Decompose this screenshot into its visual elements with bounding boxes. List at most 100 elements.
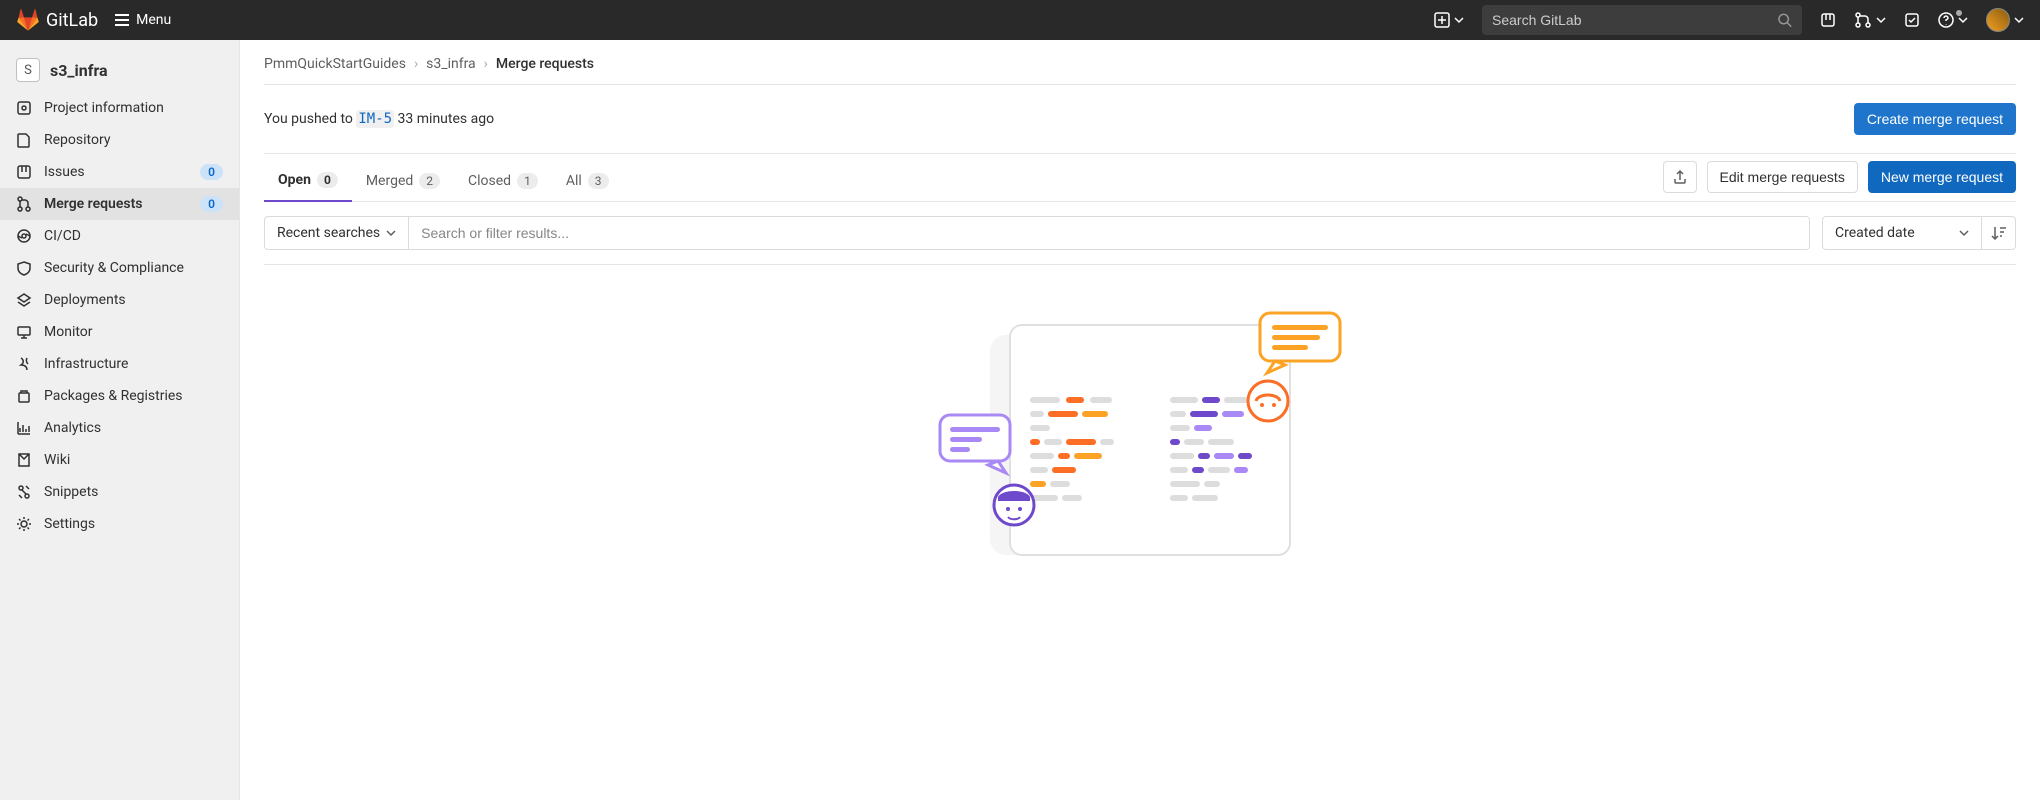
sidebar-item-merge-requests[interactable]: Merge requests 0 (0, 188, 239, 220)
sidebar-item-label: Monitor (44, 324, 223, 340)
sidebar-item-label: Infrastructure (44, 356, 223, 372)
sort-dropdown[interactable]: Created date (1822, 216, 1982, 250)
export-button[interactable] (1663, 161, 1697, 193)
search-input[interactable] (1492, 12, 1777, 28)
sidebar-item-label: Snippets (44, 484, 223, 500)
shield-icon (16, 260, 32, 276)
sort-desc-icon (1991, 225, 2007, 241)
count-badge: 0 (200, 196, 223, 212)
tab-actions: Edit merge requests New merge request (1663, 161, 2016, 201)
sidebar-item-packages-registries[interactable]: Packages & Registries (0, 380, 239, 412)
sidebar-item-project-information[interactable]: Project information (0, 92, 239, 124)
merge-requests-nav-icon[interactable] (1854, 12, 1886, 28)
sidebar-item-analytics[interactable]: Analytics (0, 412, 239, 444)
monitor-icon (16, 324, 32, 340)
tab-label: All (566, 173, 582, 189)
push-notice-row: You pushed to IM-5 33 minutes ago Create… (264, 85, 2016, 153)
empty-state-illustration (264, 265, 2016, 565)
sort-direction-button[interactable] (1982, 216, 2016, 250)
chevron-down-icon (2014, 15, 2024, 25)
create-merge-request-button[interactable]: Create merge request (1854, 103, 2016, 135)
project-header[interactable]: S s3_infra (0, 48, 239, 92)
merge-icon (16, 196, 32, 212)
filter-input[interactable] (409, 217, 1809, 249)
sidebar-item-label: Wiki (44, 452, 223, 468)
sidebar-item-label: CI/CD (44, 228, 223, 244)
issues-icon (1820, 12, 1836, 28)
tab-all[interactable]: All3 (552, 160, 623, 201)
chevron-down-icon (1958, 15, 1968, 25)
todo-icon (1904, 12, 1920, 28)
main-content: PmmQuickStartGuides › s3_infra › Merge r… (240, 40, 2040, 800)
breadcrumb: PmmQuickStartGuides › s3_infra › Merge r… (264, 56, 2016, 84)
menu-toggle[interactable]: Menu (114, 12, 171, 28)
edit-merge-requests-button[interactable]: Edit merge requests (1707, 161, 1858, 193)
issues-icon (16, 164, 32, 180)
help-icon (1938, 12, 1954, 28)
search-box[interactable] (1482, 5, 1802, 35)
project-avatar: S (16, 58, 40, 82)
gear-icon (16, 516, 32, 532)
sidebar-item-label: Project information (44, 100, 223, 116)
push-suffix: 33 minutes ago (394, 111, 494, 127)
sidebar-item-deployments[interactable]: Deployments (0, 284, 239, 316)
sidebar-item-snippets[interactable]: Snippets (0, 476, 239, 508)
sidebar-item-label: Merge requests (44, 196, 188, 212)
user-avatar[interactable] (1986, 8, 2010, 32)
cicd-icon (16, 228, 32, 244)
project-name: s3_infra (50, 61, 108, 80)
tabs-row: Open 0 Merged 2 Closed1All3 Edit merge reque… (264, 160, 2016, 202)
cloud-icon (16, 356, 32, 372)
sidebar-item-label: Deployments (44, 292, 223, 308)
count-badge: 0 (200, 164, 223, 180)
chevron-down-icon (1876, 15, 1886, 25)
tab-count: 2 (419, 173, 440, 189)
sidebar-item-infrastructure[interactable]: Infrastructure (0, 348, 239, 380)
plus-dropdown[interactable] (1434, 12, 1464, 28)
tab-merged[interactable]: Merged 2 (352, 160, 454, 201)
sidebar-item-security-compliance[interactable]: Security & Compliance (0, 252, 239, 284)
brand-name: GitLab (46, 10, 98, 31)
sidebar-item-label: Repository (44, 132, 223, 148)
menu-label: Menu (136, 12, 171, 28)
sidebar-item-wiki[interactable]: Wiki (0, 444, 239, 476)
breadcrumb-current: Merge requests (496, 56, 594, 72)
search-icon (1777, 12, 1792, 28)
recent-searches-dropdown[interactable]: Recent searches (265, 217, 409, 249)
sidebar-item-label: Issues (44, 164, 188, 180)
tab-open[interactable]: Open 0 (264, 160, 352, 202)
tab-label: Merged (366, 173, 413, 189)
logo[interactable]: GitLab (16, 8, 98, 32)
plus-icon (1434, 12, 1450, 28)
sidebar-item-label: Analytics (44, 420, 223, 436)
new-merge-request-button[interactable]: New merge request (1868, 161, 2016, 193)
sort-label: Created date (1835, 225, 1915, 241)
sidebar: S s3_infra Project information Repository… (0, 40, 240, 800)
todos-nav-icon[interactable] (1904, 12, 1920, 28)
branch-link[interactable]: IM-5 (356, 110, 394, 128)
deploy-icon (16, 292, 32, 308)
export-icon (1672, 169, 1688, 185)
issues-nav-icon[interactable] (1820, 12, 1836, 28)
tab-count: 0 (317, 172, 338, 188)
push-prefix: You pushed to (264, 111, 356, 127)
sidebar-item-label: Security & Compliance (44, 260, 223, 276)
sidebar-item-monitor[interactable]: Monitor (0, 316, 239, 348)
sidebar-item-ci-cd[interactable]: CI/CD (0, 220, 239, 252)
notification-dot (1956, 10, 1962, 16)
breadcrumb-link[interactable]: s3_infra (426, 56, 476, 72)
sidebar-item-repository[interactable]: Repository (0, 124, 239, 156)
breadcrumb-separator: › (484, 56, 488, 72)
top-nav: GitLab Menu (0, 0, 2040, 40)
chevron-down-icon (1454, 15, 1464, 25)
sidebar-item-label: Packages & Registries (44, 388, 223, 404)
tab-label: Open (278, 172, 311, 188)
gitlab-logo-icon (16, 8, 40, 32)
breadcrumb-link[interactable]: PmmQuickStartGuides (264, 56, 406, 72)
sidebar-item-settings[interactable]: Settings (0, 508, 239, 540)
hamburger-icon (114, 12, 130, 28)
help-nav-icon[interactable] (1938, 12, 1968, 28)
sidebar-item-issues[interactable]: Issues 0 (0, 156, 239, 188)
push-notice-text: You pushed to IM-5 33 minutes ago (264, 111, 494, 127)
tab-closed[interactable]: Closed1 (454, 160, 552, 201)
